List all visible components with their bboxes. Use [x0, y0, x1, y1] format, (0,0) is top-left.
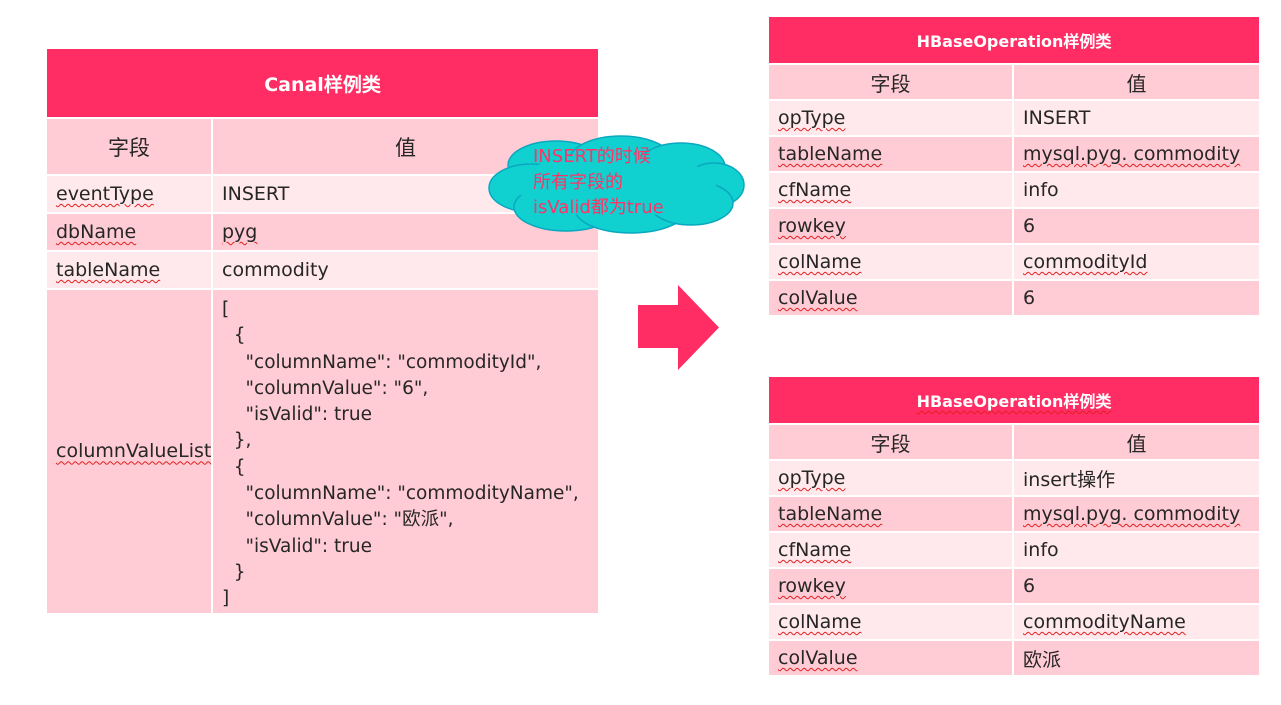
table-row: opType INSERT	[767, 99, 1261, 137]
canal-field-db-name: dbName	[56, 221, 137, 243]
hbase-2-field-col-name: colName	[778, 611, 862, 633]
hbase-2-field-rowkey: rowkey	[778, 575, 846, 597]
table-row: rowkey 6	[767, 567, 1261, 605]
table-row: colValue 欧派	[767, 639, 1261, 677]
table-row: cfName info	[767, 171, 1261, 209]
right-arrow-icon	[638, 285, 719, 370]
canal-value-column-value-list: [ { "columnName": "commodityId", "column…	[222, 299, 579, 610]
hbase-2-field-table-name: tableName	[778, 503, 883, 525]
hbase-1-header-value: 值	[1012, 63, 1261, 101]
hbase-1-field-op-type: opType	[778, 107, 846, 129]
hbase-operation-table-2: HBaseOperation样例类 字段 值 opType insert操作 t…	[767, 375, 1261, 677]
hbase-1-value-table-name: mysql.pyg. commodity	[1023, 143, 1241, 165]
hbase-1-field-col-name: colName	[778, 251, 862, 273]
hbase-1-field-table-name: tableName	[778, 143, 883, 165]
hbase-2-header-value: 值	[1012, 423, 1261, 461]
table-row: rowkey 6	[767, 207, 1261, 245]
cloud-note: INSERT的时候 所有字段的 isValid都为true	[533, 144, 664, 221]
canal-header-field: 字段	[45, 117, 213, 176]
canal-field-event-type: eventType	[56, 183, 154, 205]
table-row: columnValueList [ { "columnName": "commo…	[45, 288, 601, 615]
table-row: opType insert操作	[767, 459, 1261, 497]
canal-value-db-name: pyg	[222, 221, 258, 243]
hbase-1-value-col-name: commodityId	[1023, 251, 1148, 273]
hbase-2-value-rowkey: 6	[1012, 567, 1261, 605]
canal-field-column-value-list: columnValueList	[56, 440, 212, 463]
canal-value-table-name: commodity	[210, 250, 601, 290]
hbase-1-field-cf-name: cfName	[778, 179, 852, 201]
hbase-2-value-cf-name: info	[1012, 531, 1261, 569]
canal-field-table-name: tableName	[56, 259, 161, 281]
hbase-1-field-rowkey: rowkey	[778, 215, 846, 237]
hbase-1-value-col-value: 6	[1012, 279, 1261, 317]
table-row: colValue 6	[767, 279, 1261, 317]
hbase-table-2-title: HBaseOperation样例类	[916, 392, 1112, 411]
hbase-1-field-col-value: colValue	[778, 287, 858, 309]
hbase-1-value-cf-name: info	[1012, 171, 1261, 209]
cloud-note-line-1: INSERT的时候	[533, 146, 651, 167]
hbase-2-field-col-value: colValue	[778, 647, 858, 669]
hbase-2-value-op-type: insert操作	[1012, 459, 1261, 497]
table-row: cfName info	[767, 531, 1261, 569]
hbase-2-field-cf-name: cfName	[778, 539, 852, 561]
hbase-1-value-op-type: INSERT	[1012, 99, 1261, 137]
table-row: tableName mysql.pyg. commodity	[767, 495, 1261, 533]
hbase-2-value-col-name: commodityName	[1023, 611, 1186, 633]
hbase-1-header-field: 字段	[767, 63, 1014, 101]
canal-table-title: Canal样例类	[44, 47, 601, 119]
hbase-2-header-field: 字段	[767, 423, 1014, 461]
cloud-note-line-2: 所有字段的	[533, 171, 623, 193]
hbase-2-field-op-type: opType	[778, 467, 846, 489]
table-row: tableName commodity	[45, 250, 601, 290]
hbase-2-value-col-value: 欧派	[1012, 639, 1261, 677]
table-row: colName commodityId	[767, 243, 1261, 281]
cloud-note-line-3: isValid都为true	[533, 197, 664, 218]
table-row: colName commodityName	[767, 603, 1261, 641]
hbase-operation-table-1: HBaseOperation样例类 字段 值 opType INSERT tab…	[767, 15, 1261, 317]
hbase-table-1-title: HBaseOperation样例类	[767, 15, 1261, 65]
table-row: tableName mysql.pyg. commodity	[767, 135, 1261, 173]
hbase-1-value-rowkey: 6	[1012, 207, 1261, 245]
hbase-2-value-table-name: mysql.pyg. commodity	[1023, 503, 1241, 525]
